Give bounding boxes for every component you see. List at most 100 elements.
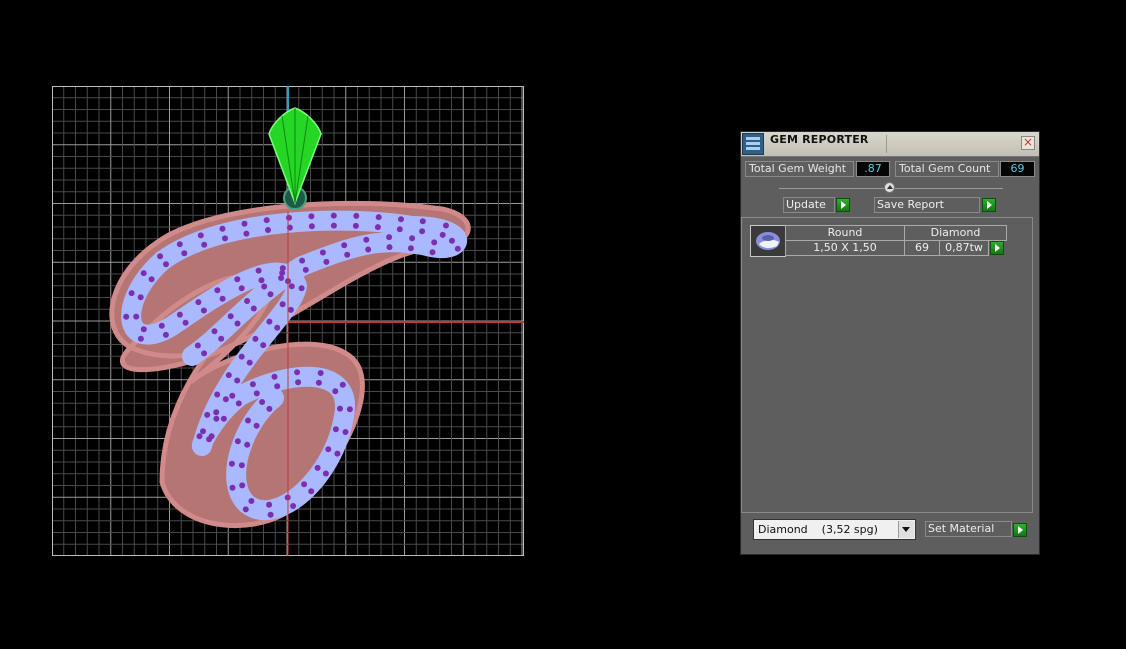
gem-bead bbox=[353, 212, 360, 219]
gem-bead bbox=[200, 428, 206, 435]
gem-bead bbox=[137, 335, 144, 342]
chevron-down-icon[interactable] bbox=[898, 521, 914, 538]
gem-reporter-icon bbox=[742, 133, 764, 155]
gem-bead bbox=[133, 313, 140, 320]
gem-bead bbox=[259, 399, 266, 405]
set-material-button-label: Set Material bbox=[928, 522, 995, 535]
gem-bead bbox=[196, 433, 203, 440]
gem-bead bbox=[330, 212, 337, 219]
gem-bead bbox=[419, 218, 426, 225]
gem-bead bbox=[260, 342, 267, 349]
gem-bead bbox=[288, 283, 295, 290]
gem-bead bbox=[140, 326, 147, 333]
gem-bead bbox=[234, 438, 241, 445]
gem-bead bbox=[244, 298, 251, 304]
gem-bead bbox=[352, 222, 359, 229]
material-select-value: Diamond (3,52 spg) bbox=[758, 523, 878, 536]
gem-bead bbox=[227, 313, 234, 320]
total-gem-count-value: 69 bbox=[1000, 161, 1035, 177]
gem-bead bbox=[194, 342, 201, 349]
gem-bead bbox=[299, 257, 306, 264]
gem-bead bbox=[218, 335, 225, 342]
gem-weight-cell: 0,87tw bbox=[939, 240, 989, 256]
gem-bead bbox=[301, 481, 308, 488]
gem-bead bbox=[374, 224, 381, 231]
gem-bead bbox=[315, 379, 322, 386]
gem-row-go-icon[interactable] bbox=[990, 241, 1004, 255]
gem-bead bbox=[431, 239, 438, 246]
gem-bead bbox=[330, 222, 337, 229]
gem-bead bbox=[308, 488, 315, 495]
gem-bead bbox=[298, 285, 305, 292]
gem-bead bbox=[365, 246, 372, 253]
gem-bead bbox=[443, 222, 449, 229]
gem-bead bbox=[219, 225, 226, 232]
gem-bead bbox=[266, 318, 273, 325]
gem-bead bbox=[235, 400, 242, 407]
gem-bead bbox=[266, 405, 273, 412]
gem-bead bbox=[454, 245, 461, 252]
gem-bead bbox=[295, 379, 302, 386]
gem-bead bbox=[137, 294, 144, 301]
gem-bead bbox=[375, 214, 382, 221]
gem-bead bbox=[325, 446, 332, 453]
gem-bead bbox=[246, 359, 253, 366]
gem-bead bbox=[201, 241, 208, 248]
gem-bead bbox=[332, 388, 339, 395]
gem-bead bbox=[182, 319, 189, 326]
gem-bead bbox=[332, 426, 339, 433]
gem-bead bbox=[267, 511, 274, 518]
gem-bead bbox=[341, 242, 348, 249]
viewport-canvas[interactable] bbox=[52, 86, 524, 556]
gem-material-header: Diamond bbox=[904, 225, 1007, 241]
gem-bead bbox=[200, 307, 207, 314]
total-gem-weight-value: .87 bbox=[856, 161, 890, 177]
close-icon[interactable]: × bbox=[1021, 136, 1035, 150]
gem-bead bbox=[181, 250, 188, 257]
gem-bead bbox=[255, 267, 262, 274]
gem-bead bbox=[287, 306, 294, 313]
save-report-go-icon[interactable] bbox=[982, 198, 996, 212]
panel-titlebar[interactable]: GEM REPORTER × bbox=[741, 132, 1039, 157]
gem-bead bbox=[274, 324, 281, 331]
gem-bead bbox=[234, 377, 241, 384]
gem-bead bbox=[220, 415, 227, 422]
set-material-go-icon[interactable] bbox=[1013, 523, 1027, 537]
gem-bead bbox=[308, 213, 315, 220]
collapse-toggle[interactable] bbox=[884, 182, 895, 193]
gem-size-cell: 1,50 X 1,50 bbox=[785, 240, 905, 256]
gem-bead bbox=[308, 223, 315, 230]
gem-bead bbox=[229, 392, 236, 399]
gem-bead bbox=[319, 249, 326, 256]
gem-bead bbox=[398, 216, 404, 223]
gem-bead bbox=[243, 230, 250, 237]
set-material-button[interactable]: Set Material bbox=[925, 521, 1012, 537]
gem-bead bbox=[396, 226, 403, 233]
gem-bead bbox=[238, 285, 245, 292]
update-button[interactable]: Update bbox=[783, 197, 835, 213]
gem-bead bbox=[339, 381, 346, 388]
gem-bead bbox=[253, 422, 260, 429]
gem-bead bbox=[337, 405, 343, 412]
gem-bead bbox=[213, 415, 220, 422]
gem-bead bbox=[342, 429, 349, 435]
3d-viewport[interactable] bbox=[52, 86, 524, 556]
update-go-icon[interactable] bbox=[836, 198, 850, 212]
gem-bead bbox=[334, 450, 341, 457]
gem-bead bbox=[407, 245, 414, 252]
gem-bead bbox=[439, 231, 446, 238]
gem-bead bbox=[128, 290, 135, 297]
save-report-button[interactable]: Save Report bbox=[874, 197, 980, 213]
gem-bead bbox=[176, 311, 183, 318]
gem-bead bbox=[314, 464, 321, 471]
gem-bead bbox=[344, 251, 351, 258]
gem-bead bbox=[429, 249, 436, 256]
gem-bead bbox=[286, 214, 292, 221]
gem-reporter-panel: GEM REPORTER × Total Gem Weight .87 Tota… bbox=[740, 131, 1040, 555]
gem-bead bbox=[323, 258, 330, 265]
gem-list[interactable] bbox=[741, 217, 1033, 513]
material-select[interactable]: Diamond (3,52 spg) bbox=[753, 519, 916, 540]
gem-bead bbox=[234, 320, 241, 327]
gem-bead bbox=[176, 241, 183, 248]
gem-bead bbox=[279, 269, 286, 276]
